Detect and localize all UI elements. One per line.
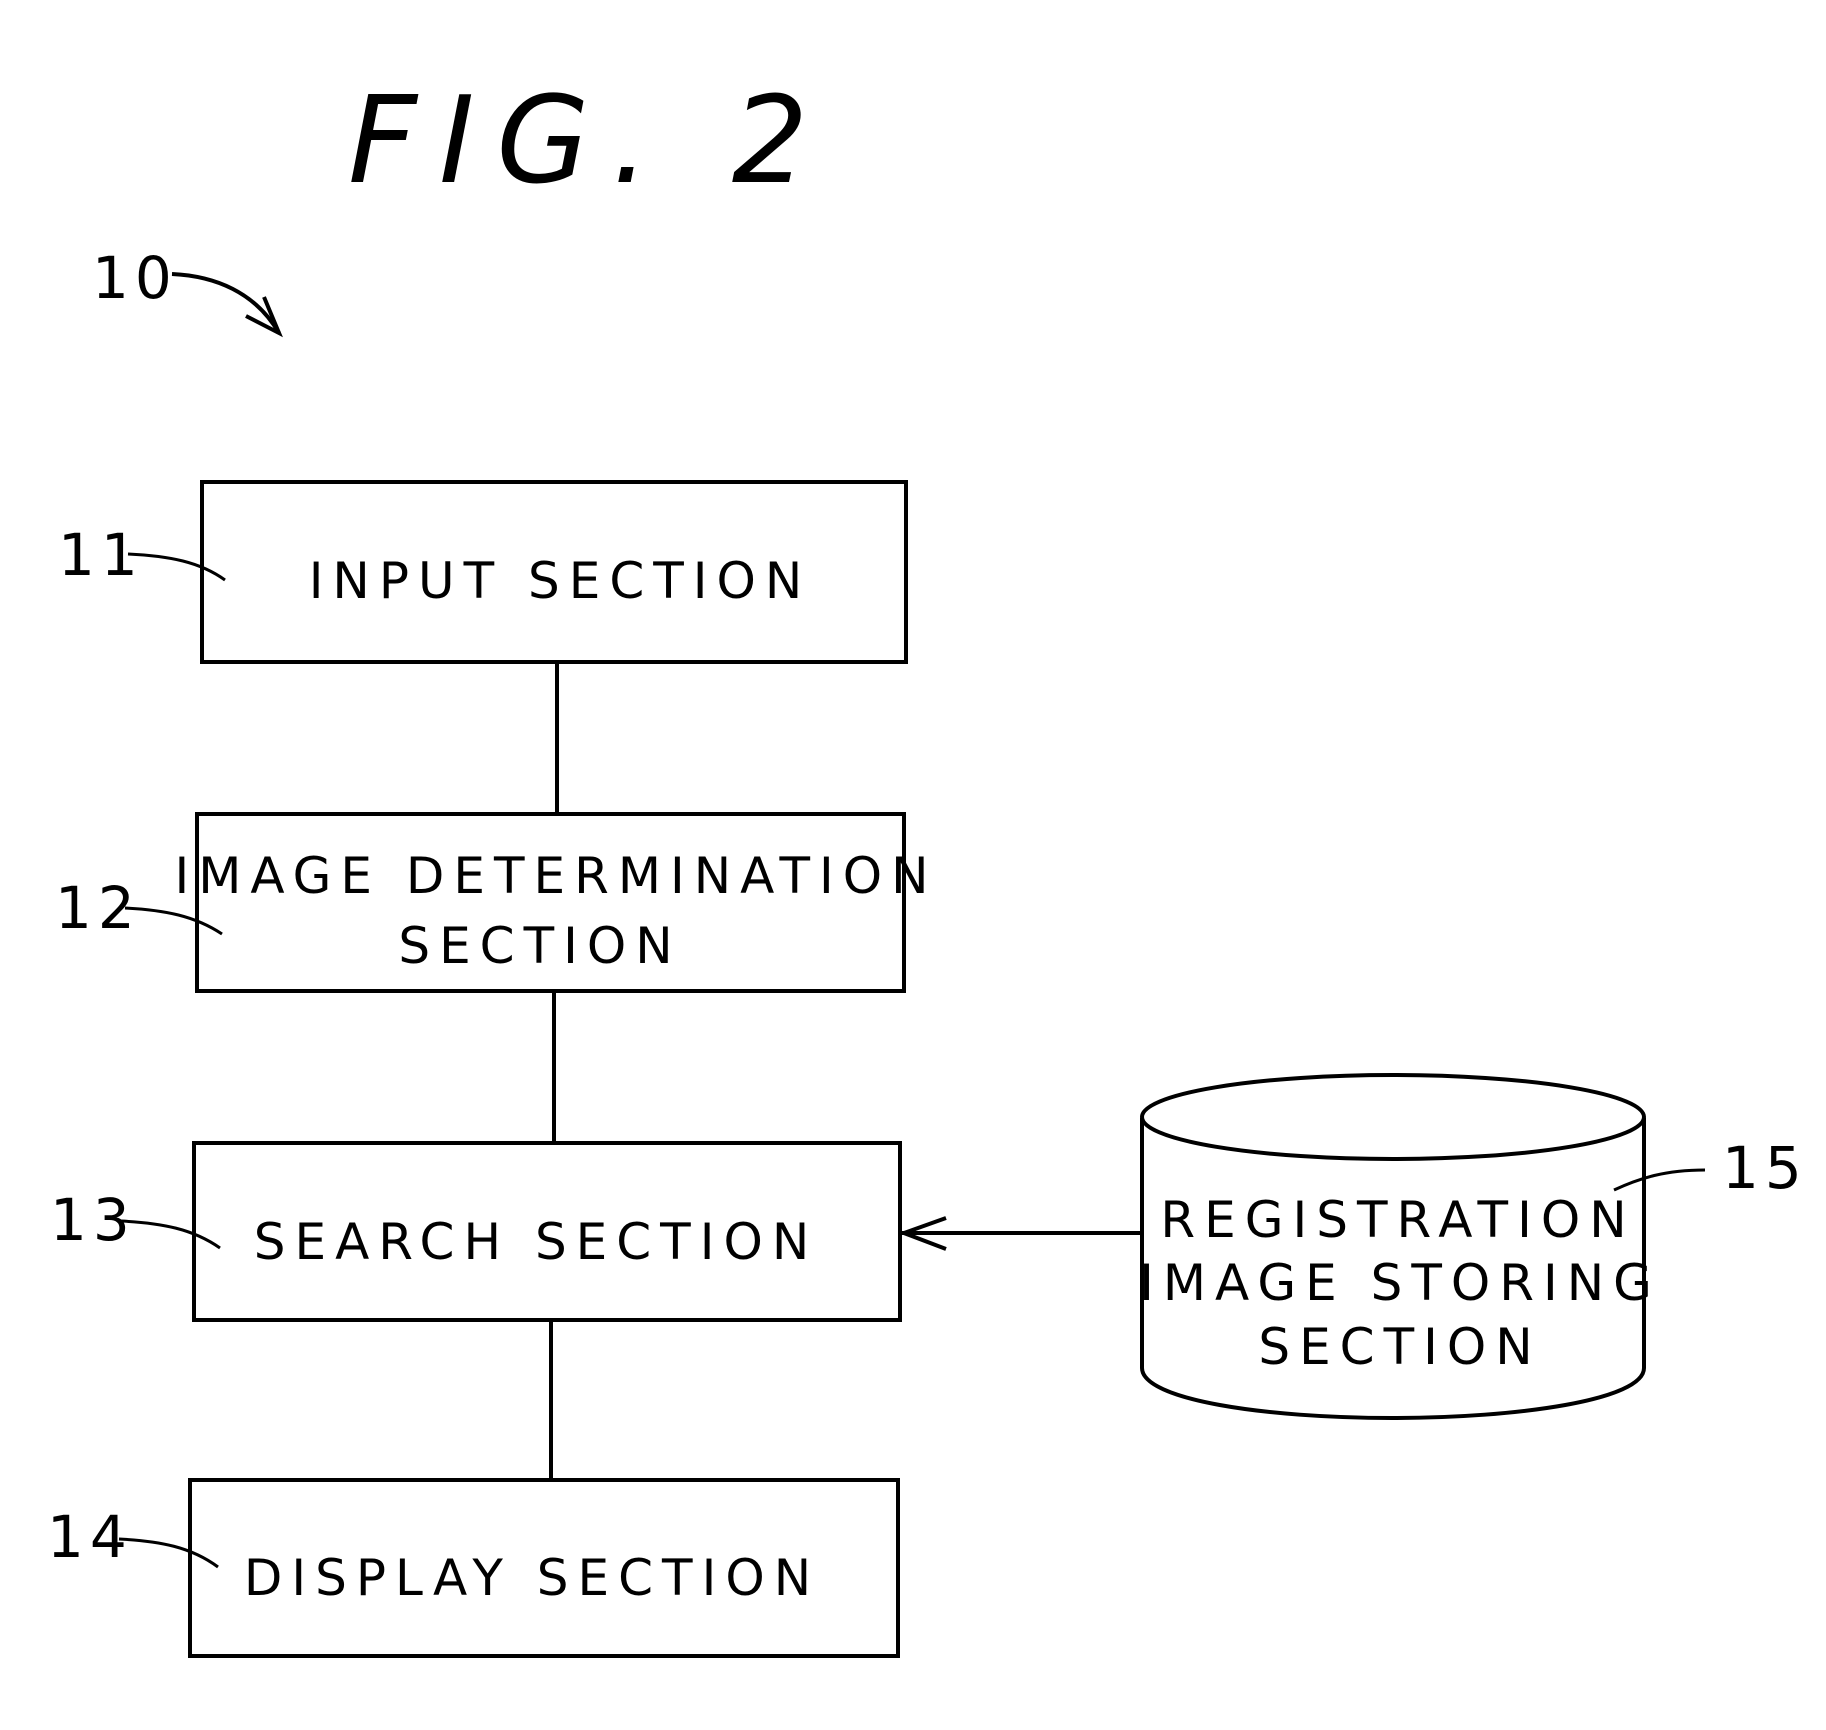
cylinder-top bbox=[1140, 1073, 1646, 1161]
storage-label-line-1: REGISTRATION bbox=[1160, 1191, 1635, 1249]
block-11-label: INPUT SECTION bbox=[309, 552, 812, 610]
ref-label-15: 15 bbox=[1722, 1134, 1808, 1202]
block-12-label-line-1: IMAGE DETERMINATION bbox=[174, 847, 937, 905]
block-input-section: INPUT SECTION bbox=[200, 480, 908, 664]
ref-label-10: 10 bbox=[92, 244, 178, 312]
block-diagram: FIG. 2 10 INPUT SECTION 11 IMAGE DETERMI… bbox=[47, 72, 1808, 1658]
block-13-label: SEARCH SECTION bbox=[254, 1213, 818, 1271]
storage-label-line-3: SECTION bbox=[1258, 1318, 1541, 1376]
block-14-label: DISPLAY SECTION bbox=[244, 1549, 820, 1607]
block-display-section: DISPLAY SECTION bbox=[188, 1478, 900, 1658]
figure-title: FIG. 2 bbox=[348, 72, 830, 211]
storage-registration-image-storing-section: REGISTRATION IMAGE STORING SECTION bbox=[1139, 1073, 1661, 1421]
storage-label-line-2: IMAGE STORING bbox=[1139, 1254, 1661, 1312]
ref-label-14: 14 bbox=[47, 1503, 133, 1571]
block-search-section: SEARCH SECTION bbox=[192, 1141, 902, 1322]
block-image-determination-section: IMAGE DETERMINATION SECTION bbox=[174, 812, 937, 993]
block-12-label-line-2: SECTION bbox=[398, 917, 681, 975]
